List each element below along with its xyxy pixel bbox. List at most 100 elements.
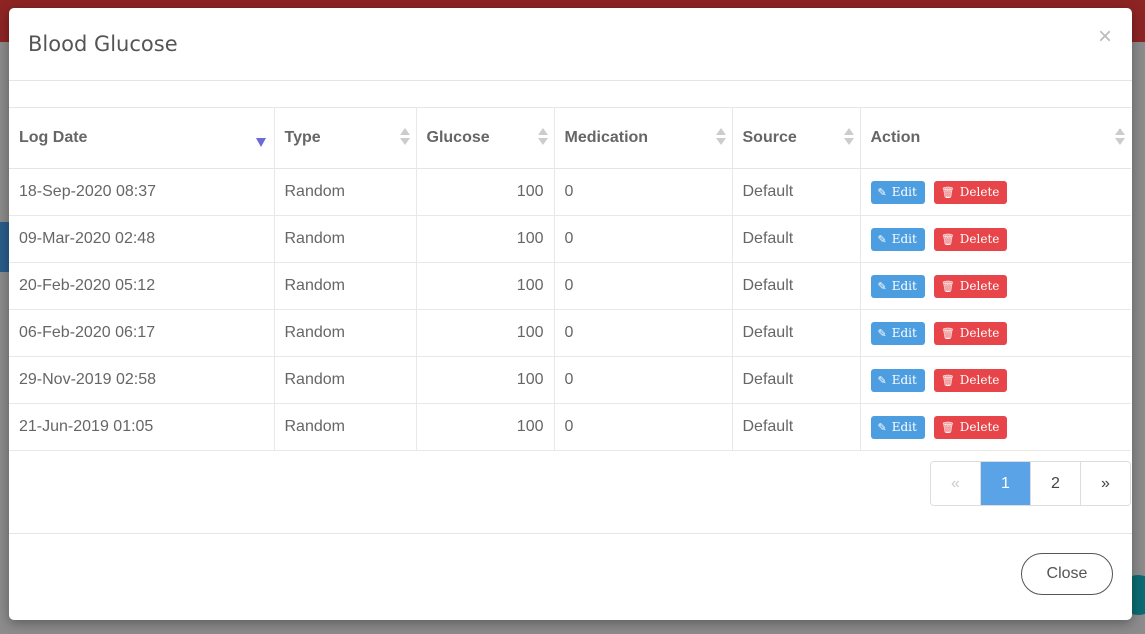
trash-icon: 🗑 [940, 326, 955, 340]
delete-button[interactable]: 🗑 Delete [933, 321, 1008, 345]
type-cell: Random [274, 403, 417, 451]
source-cell: Default [732, 168, 861, 216]
delete-button[interactable]: 🗑 Delete [933, 227, 1008, 251]
source-cell: Default [732, 356, 861, 404]
medication-cell: 0 [554, 215, 733, 263]
type-cell: Random [274, 262, 417, 310]
trash-icon: 🗑 [940, 279, 955, 293]
glucose-cell: 100 [416, 356, 555, 404]
type-cell: Random [274, 215, 417, 263]
action-cell: ✎ Edit 🗑 Delete [860, 357, 1131, 404]
table-row: 20-Feb-2020 05:12 Random 100 0 Default ✎ Edit 🗑… [9, 262, 1131, 310]
delete-button[interactable]: 🗑 Delete [933, 368, 1008, 392]
sort-desc-icon [255, 138, 266, 147]
column-header-medication[interactable]: Medication [554, 107, 733, 169]
close-icon[interactable]: × [1098, 24, 1112, 50]
pagination-page-1[interactable]: 1 [981, 462, 1031, 505]
edit-button[interactable]: ✎ Edit [870, 415, 925, 439]
source-cell: Default [732, 262, 861, 310]
glucose-cell: 100 [416, 309, 555, 357]
pencil-square-icon: ✎ [877, 326, 887, 340]
sort-icon [843, 128, 854, 148]
medication-cell: 0 [554, 262, 733, 310]
log-date-cell: 09-Mar-2020 02:48 [9, 215, 275, 263]
delete-button[interactable]: 🗑 Delete [933, 415, 1008, 439]
action-cell: ✎ Edit 🗑 Delete [860, 263, 1131, 310]
glucose-table-wrapper: Log Date Type Glucose Medication Source … [9, 107, 1132, 451]
close-button[interactable]: Close [1021, 553, 1113, 595]
modal-title: Blood Glucose [28, 32, 178, 56]
table-row: 18-Sep-2020 08:37 Random 100 0 Default ✎ Edit 🗑… [9, 168, 1131, 216]
trash-icon: 🗑 [940, 373, 955, 387]
edit-label: Edit [891, 372, 917, 387]
column-label: Glucose [426, 129, 490, 146]
edit-button[interactable]: ✎ Edit [870, 180, 925, 204]
log-date-cell: 18-Sep-2020 08:37 [9, 168, 275, 216]
pencil-square-icon: ✎ [877, 232, 887, 246]
type-cell: Random [274, 309, 417, 357]
delete-label: Delete [959, 325, 1000, 340]
pagination: « 1 2 » [930, 461, 1131, 506]
action-cell: ✎ Edit 🗑 Delete [860, 310, 1131, 357]
blood-glucose-modal: Blood Glucose × Log Date Type Glucose Me… [9, 8, 1132, 620]
column-header-action[interactable]: Action [860, 108, 1131, 169]
edit-button[interactable]: ✎ Edit [870, 274, 925, 298]
source-cell: Default [732, 403, 861, 451]
sort-icon [1115, 128, 1125, 148]
sort-icon [537, 128, 548, 148]
sort-icon [715, 128, 726, 148]
pagination-prev[interactable]: « [931, 462, 981, 505]
edit-label: Edit [891, 184, 917, 199]
trash-icon: 🗑 [940, 420, 955, 434]
glucose-cell: 100 [416, 168, 555, 216]
glucose-cell: 100 [416, 403, 555, 451]
column-label: Log Date [19, 129, 88, 146]
edit-label: Edit [891, 325, 917, 340]
edit-button[interactable]: ✎ Edit [870, 321, 925, 345]
log-date-cell: 06-Feb-2020 06:17 [9, 309, 275, 357]
trash-icon: 🗑 [940, 232, 955, 246]
medication-cell: 0 [554, 356, 733, 404]
log-date-cell: 29-Nov-2019 02:58 [9, 356, 275, 404]
log-date-cell: 20-Feb-2020 05:12 [9, 262, 275, 310]
column-label: Medication [564, 129, 649, 146]
table-row: 29-Nov-2019 02:58 Random 100 0 Default ✎ Edit 🗑… [9, 356, 1131, 404]
pencil-square-icon: ✎ [877, 373, 887, 387]
glucose-cell: 100 [416, 215, 555, 263]
edit-button[interactable]: ✎ Edit [870, 227, 925, 251]
table-row: 21-Jun-2019 01:05 Random 100 0 Default ✎ Edit 🗑… [9, 403, 1131, 451]
table-row: 06-Feb-2020 06:17 Random 100 0 Default ✎ Edit 🗑… [9, 309, 1131, 357]
column-label: Action [870, 129, 921, 146]
column-header-log-date[interactable]: Log Date [9, 107, 275, 169]
medication-cell: 0 [554, 168, 733, 216]
pencil-square-icon: ✎ [877, 420, 887, 434]
edit-label: Edit [891, 278, 917, 293]
delete-button[interactable]: 🗑 Delete [933, 274, 1008, 298]
edit-label: Edit [891, 419, 917, 434]
column-label: Source [742, 129, 797, 146]
action-cell: ✎ Edit 🗑 Delete [860, 404, 1131, 451]
table-header-row: Log Date Type Glucose Medication Source … [9, 107, 1131, 169]
medication-cell: 0 [554, 403, 733, 451]
column-header-source[interactable]: Source [732, 107, 861, 169]
sort-icon [399, 128, 410, 148]
edit-label: Edit [891, 231, 917, 246]
log-date-cell: 21-Jun-2019 01:05 [9, 403, 275, 451]
pagination-next[interactable]: » [1081, 462, 1130, 505]
pencil-square-icon: ✎ [877, 185, 887, 199]
trash-icon: 🗑 [940, 185, 955, 199]
modal-header: Blood Glucose × [9, 8, 1132, 81]
edit-button[interactable]: ✎ Edit [870, 368, 925, 392]
delete-label: Delete [959, 372, 1000, 387]
pagination-page-2[interactable]: 2 [1031, 462, 1081, 505]
column-header-glucose[interactable]: Glucose [416, 107, 555, 169]
column-header-type[interactable]: Type [274, 107, 417, 169]
column-label: Type [284, 129, 321, 146]
action-cell: ✎ Edit 🗑 Delete [860, 216, 1131, 263]
glucose-cell: 100 [416, 262, 555, 310]
delete-label: Delete [959, 184, 1000, 199]
delete-label: Delete [959, 231, 1000, 246]
type-cell: Random [274, 168, 417, 216]
delete-button[interactable]: 🗑 Delete [933, 180, 1008, 204]
action-cell: ✎ Edit 🗑 Delete [860, 169, 1131, 216]
